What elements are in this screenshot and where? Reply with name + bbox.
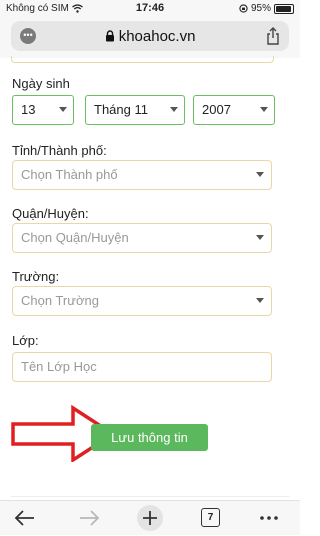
chevron-down-icon	[256, 298, 264, 303]
province-placeholder: Chọn Thành phố	[21, 167, 118, 182]
day-select[interactable]: 13	[12, 95, 74, 125]
url-display[interactable]: khoahoc.vn	[11, 28, 289, 45]
divider	[11, 496, 289, 497]
battery-percent: 95%	[250, 3, 271, 14]
school-select[interactable]: Chọn Trường	[12, 286, 272, 316]
battery-icon	[274, 3, 294, 14]
class-label: Lớp:	[12, 333, 39, 348]
chevron-down-icon	[59, 107, 67, 112]
status-bar: Không có SIM 17:46 95%	[0, 0, 300, 18]
province-label: Tỉnh/Thành phố:	[12, 143, 107, 158]
chevron-down-icon	[256, 172, 264, 177]
more-menu-icon[interactable]	[258, 507, 280, 529]
tabs-button[interactable]: 7	[201, 508, 220, 527]
save-button[interactable]: Lưu thông tin	[91, 424, 208, 451]
school-placeholder: Chọn Trường	[21, 293, 99, 308]
battery-group: 95%	[239, 3, 294, 14]
forward-arrow-icon[interactable]	[77, 507, 101, 529]
month-select[interactable]: Tháng 11	[85, 95, 185, 125]
class-placeholder: Tên Lớp Học	[21, 359, 97, 374]
school-label: Trường:	[12, 269, 60, 284]
plus-icon	[143, 511, 157, 525]
url-text: khoahoc.vn	[118, 28, 196, 45]
browser-toolbar: 7	[0, 500, 300, 535]
rotation-lock-icon	[239, 4, 248, 13]
address-bar[interactable]: ••• khoahoc.vn	[11, 21, 289, 51]
chevron-down-icon	[170, 107, 178, 112]
year-select[interactable]: 2007	[193, 95, 275, 125]
back-arrow-icon[interactable]	[13, 507, 37, 529]
share-icon[interactable]	[266, 27, 280, 45]
day-value: 13	[21, 102, 36, 117]
year-value: 2007	[202, 102, 231, 117]
district-label: Quận/Huyện:	[12, 206, 89, 221]
new-tab-button[interactable]	[137, 505, 163, 531]
chevron-down-icon	[256, 235, 264, 240]
class-input[interactable]: Tên Lớp Học	[12, 352, 272, 382]
month-value: Tháng 11	[94, 102, 148, 117]
battery-fill	[276, 5, 291, 12]
province-select[interactable]: Chọn Thành phố	[12, 160, 272, 190]
birthday-label: Ngày sinh	[12, 76, 70, 91]
lock-icon	[105, 30, 114, 42]
browser-address-area: ••• khoahoc.vn	[0, 18, 300, 58]
chevron-down-icon	[260, 107, 268, 112]
district-placeholder: Chọn Quận/Huyện	[21, 230, 129, 245]
district-select[interactable]: Chọn Quận/Huyện	[12, 223, 272, 253]
